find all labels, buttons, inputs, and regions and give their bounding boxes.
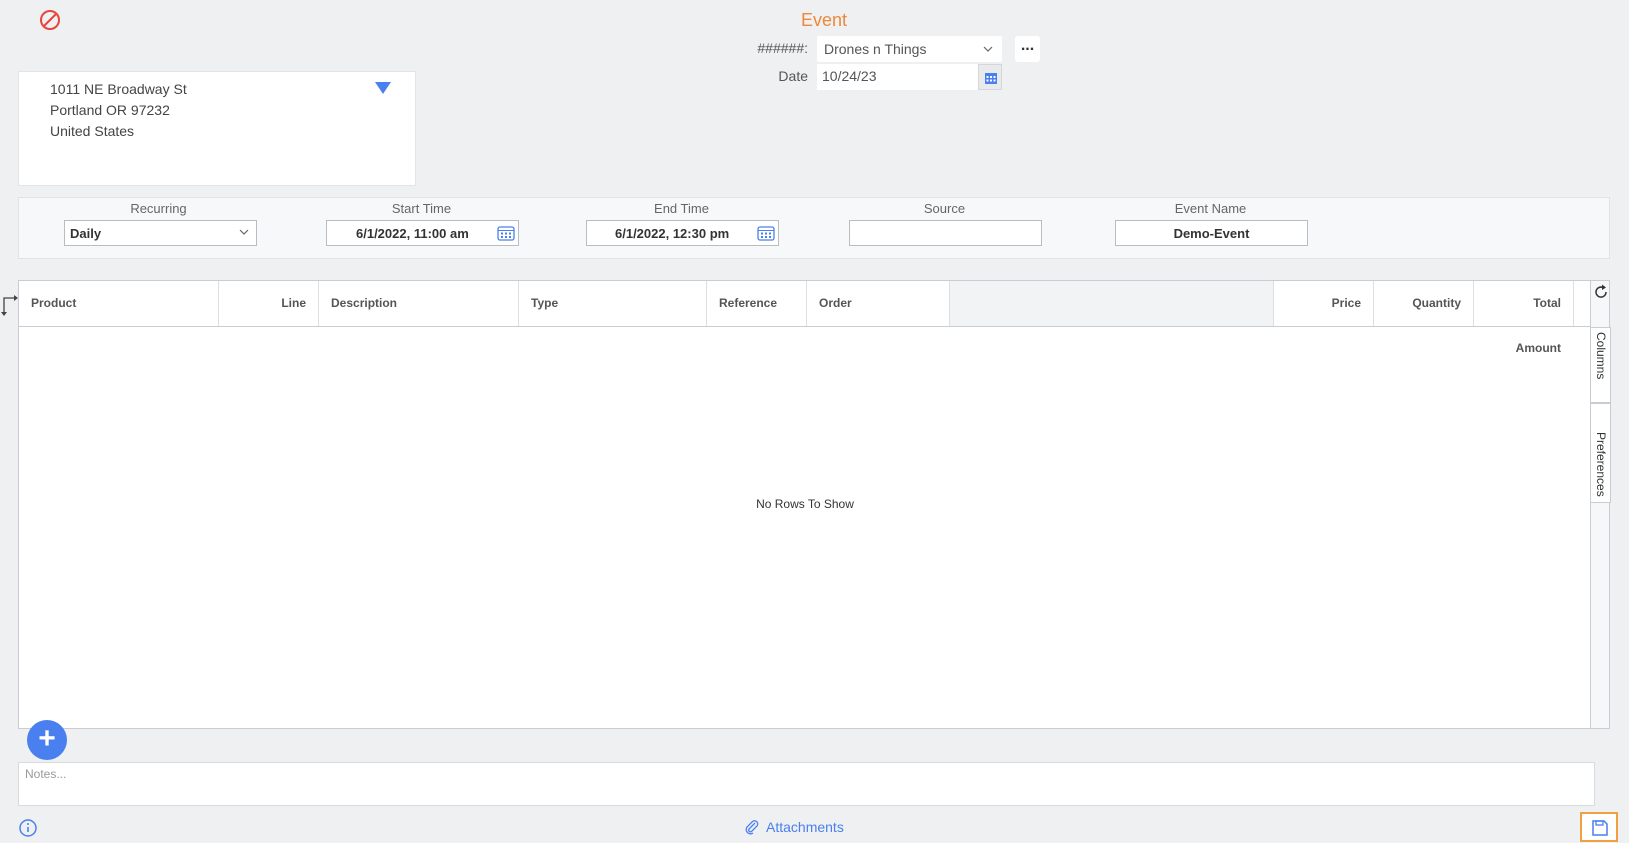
column-header-reference[interactable]: Reference (707, 281, 807, 326)
column-header-product[interactable]: Product (19, 281, 219, 326)
date-calendar-button[interactable] (978, 64, 1002, 90)
recurring-label: Recurring (130, 201, 187, 216)
tab-columns-label: Columns (1594, 332, 1608, 380)
column-header-description[interactable]: Description (319, 281, 519, 326)
source-label: Source (923, 201, 966, 216)
column-header-order[interactable]: Order (807, 281, 950, 326)
calendar-icon[interactable] (757, 225, 775, 244)
date-label: Date (778, 68, 808, 84)
cancel-icon[interactable] (38, 8, 62, 32)
column-header-quantity[interactable]: Quantity (1374, 281, 1474, 326)
add-row-button[interactable]: + (27, 720, 67, 760)
tab-columns[interactable]: Columns (1590, 327, 1611, 403)
source-input[interactable] (849, 220, 1042, 246)
info-icon[interactable] (18, 818, 38, 841)
line-items-grid: Product Line Description Type Reference … (18, 280, 1592, 729)
caret-down-icon[interactable] (374, 81, 392, 98)
column-header-price[interactable]: Price (1274, 281, 1374, 326)
calendar-icon (985, 73, 997, 84)
tab-preferences[interactable]: Preferences (1590, 403, 1611, 503)
column-header-spacer (950, 281, 1274, 326)
event-name-value: Demo-Event (1173, 226, 1250, 241)
event-name-input[interactable]: Demo-Event (1115, 220, 1308, 246)
column-header-total-amount[interactable]: Total Amount (1474, 281, 1574, 355)
start-time-input[interactable]: 6/1/2022, 11:00 am (326, 220, 519, 246)
address-line-1: 1011 NE Broadway St (50, 81, 187, 97)
split-arrow-icon[interactable] (0, 294, 18, 319)
end-time-value: 6/1/2022, 12:30 pm (615, 226, 730, 241)
more-button[interactable]: ... (1015, 36, 1040, 62)
empty-grid-message: No Rows To Show (756, 497, 854, 511)
end-time-input[interactable]: 6/1/2022, 12:30 pm (586, 220, 779, 246)
attachments-label: Attachments (766, 819, 844, 835)
tab-preferences-label: Preferences (1594, 432, 1608, 497)
notes-textarea[interactable]: Notes... (18, 762, 1595, 806)
date-input[interactable]: 10/24/23 (817, 64, 980, 90)
calendar-icon[interactable] (497, 225, 515, 244)
column-header-type[interactable]: Type (519, 281, 707, 326)
start-time-value: 6/1/2022, 11:00 am (356, 226, 469, 241)
recurring-select[interactable]: Daily (64, 220, 257, 246)
end-time-label: End Time (654, 201, 709, 216)
grid-header: Product Line Description Type Reference … (19, 281, 1591, 355)
address-line-2: Portland OR 97232 (50, 102, 170, 118)
customer-label: ######: (757, 40, 808, 56)
page-title: Event (800, 10, 848, 30)
refresh-icon[interactable] (1592, 283, 1610, 304)
grid-side-bar: Columns Preferences (1590, 280, 1611, 729)
save-button[interactable] (1580, 812, 1618, 842)
recurring-value: Daily (70, 226, 102, 241)
address-card: 1011 NE Broadway St Portland OR 97232 Un… (18, 71, 416, 186)
customer-select[interactable]: Drones n Things (817, 36, 1002, 62)
attachments-link[interactable]: Attachments (744, 819, 844, 835)
event-name-label: Event Name (1174, 201, 1247, 216)
paperclip-icon (745, 820, 759, 835)
start-time-label: Start Time (391, 201, 452, 216)
column-header-line[interactable]: Line (219, 281, 319, 326)
address-line-3: United States (50, 123, 135, 139)
event-fields-panel: Recurring Daily Start Time 6/1/2022, 11:… (18, 197, 1610, 259)
customer-value: Drones n Things (824, 41, 927, 57)
plus-icon: + (38, 722, 56, 755)
chevron-down-icon (982, 42, 994, 54)
chevron-down-icon (238, 226, 250, 241)
save-icon (1592, 820, 1608, 836)
